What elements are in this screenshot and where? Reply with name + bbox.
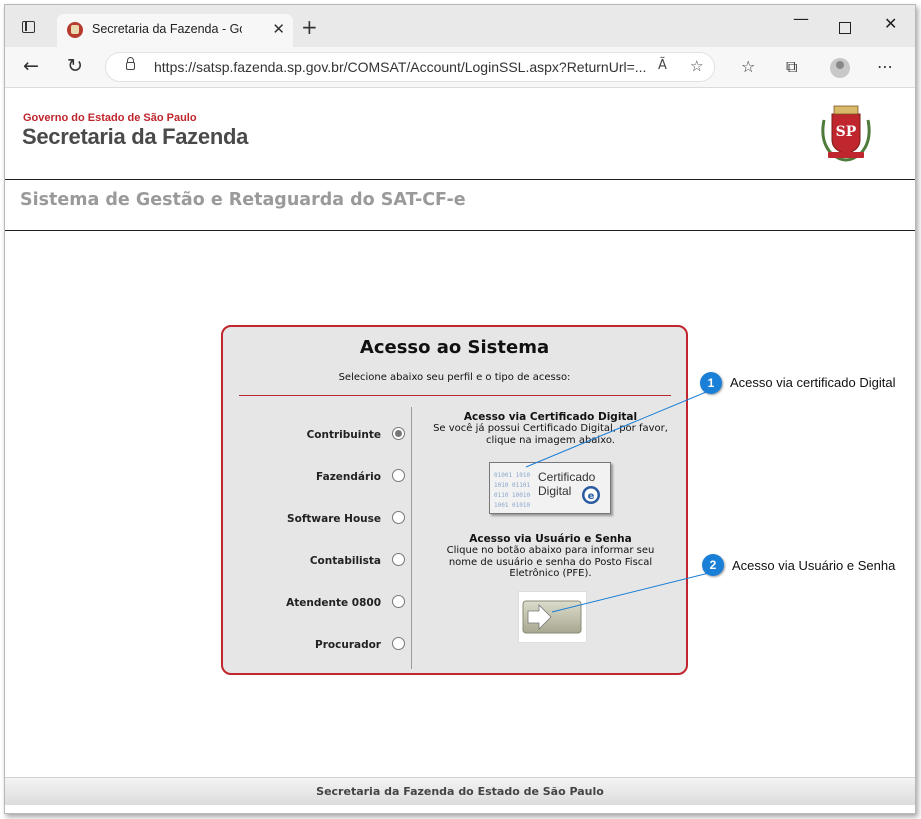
footer-text: Secretaria da Fazenda do Estado de São P… xyxy=(316,785,604,798)
svg-text:01001 1010: 01001 1010 xyxy=(494,472,531,479)
user-access-title: Acesso via Usuário e Senha xyxy=(469,533,632,545)
radio-fazendario[interactable] xyxy=(392,469,405,482)
sp-crest-logo: SP xyxy=(821,105,871,162)
user-login-button[interactable] xyxy=(518,591,587,643)
tab-close-icon[interactable]: ✕ xyxy=(272,19,285,39)
svg-text:1010 01101: 1010 01101 xyxy=(494,482,531,489)
secretaria-title: Secretaria da Fazenda xyxy=(22,124,249,149)
cert-access-desc: Se você já possui Certificado Digital, p… xyxy=(433,423,668,446)
profile-label: Fazendário xyxy=(316,471,381,483)
tab-actions-icon[interactable] xyxy=(22,21,35,33)
profile-avatar[interactable] xyxy=(830,58,850,78)
profile-contribuinte[interactable]: Contribuinte xyxy=(243,427,413,443)
callout-2-badge: 2 xyxy=(702,554,724,576)
profile-label: Procurador xyxy=(315,639,381,651)
refresh-icon[interactable]: ↻ xyxy=(67,55,83,77)
access-panel: Acesso ao Sistema Selecione abaixo seu p… xyxy=(221,325,688,675)
panel-divider xyxy=(239,395,671,396)
url-text[interactable]: https://satsp.fazenda.sp.gov.br/COMSAT/A… xyxy=(154,59,646,75)
svg-text:1001 01010: 1001 01010 xyxy=(494,502,531,509)
read-aloud-icon[interactable]: Ã xyxy=(658,58,667,73)
more-menu-icon[interactable]: ⋯ xyxy=(877,57,893,76)
user-access-section: Acesso via Usuário e Senha Clique no bot… xyxy=(413,533,688,580)
radio-software-house[interactable] xyxy=(392,511,405,524)
radio-atendente-0800[interactable] xyxy=(392,595,405,608)
profile-label: Software House xyxy=(287,513,381,525)
cert-access-section: Acesso via Certificado Digital Se você j… xyxy=(413,411,688,446)
column-divider xyxy=(411,407,412,669)
radio-procurador[interactable] xyxy=(392,637,405,650)
user-access-desc: Clique no botão abaixo para informar seu… xyxy=(446,545,655,579)
favorites-icon[interactable]: ☆ xyxy=(741,57,755,76)
tab-active[interactable]: Secretaria da Fazenda - Governo do Estad… xyxy=(57,14,293,47)
profile-label: Contabilista xyxy=(309,555,381,567)
collections-icon[interactable]: ⧉ xyxy=(786,57,797,77)
tab-title: Secretaria da Fazenda - Governo do Estad… xyxy=(92,22,242,36)
address-bar[interactable]: https://satsp.fazenda.sp.gov.br/COMSAT/A… xyxy=(105,52,715,82)
system-title: Sistema de Gestão e Retaguarda do SAT-CF… xyxy=(20,190,466,210)
radio-contabilista[interactable] xyxy=(392,553,405,566)
profile-atendente-0800[interactable]: Atendente 0800 xyxy=(243,595,413,611)
browser-window: Secretaria da Fazenda - Governo do Estad… xyxy=(4,4,916,814)
profile-label: Atendente 0800 xyxy=(286,597,381,609)
government-line: Governo do Estado de São Paulo xyxy=(23,112,197,124)
profile-fazendario[interactable]: Fazendário xyxy=(243,469,413,485)
radio-contribuinte[interactable] xyxy=(392,427,405,440)
maximize-icon[interactable] xyxy=(839,22,851,34)
lock-icon[interactable] xyxy=(126,57,135,70)
minimize-icon[interactable]: — xyxy=(793,9,809,28)
new-tab-button[interactable]: + xyxy=(301,15,318,39)
crest-text: SP xyxy=(836,124,857,140)
profile-procurador[interactable]: Procurador xyxy=(243,637,413,653)
sp-crest-favicon-icon xyxy=(67,22,83,38)
add-favorite-icon[interactable]: ☆ xyxy=(690,57,703,75)
cert-access-title: Acesso via Certificado Digital xyxy=(463,411,638,423)
profile-contabilista[interactable]: Contabilista xyxy=(243,553,413,569)
callout-2-text: Acesso via Usuário e Senha xyxy=(732,558,896,573)
back-arrow-icon[interactable]: ← xyxy=(23,55,39,77)
window-close-icon[interactable]: ✕ xyxy=(884,14,897,33)
cert-e-badge-icon: e xyxy=(588,491,595,502)
profile-software-house[interactable]: Software House xyxy=(243,511,413,527)
certificado-digital-button[interactable]: 01001 1010 1010 01101 0110 10010 1001 01… xyxy=(489,462,611,514)
header-divider-top xyxy=(5,179,915,180)
tab-bar: Secretaria da Fazenda - Governo do Estad… xyxy=(5,5,915,47)
cert-button-word2: Digital xyxy=(538,484,571,498)
panel-subtitle: Selecione abaixo seu perfil e o tipo de … xyxy=(338,372,571,383)
callout-1-text: Acesso via certificado Digital xyxy=(730,375,896,390)
cert-button-word1: Certificado xyxy=(538,470,596,484)
address-toolbar: ← ↻ https://satsp.fazenda.sp.gov.br/COMS… xyxy=(5,47,915,88)
profile-label: Contribuinte xyxy=(306,429,381,441)
panel-title: Acesso ao Sistema xyxy=(359,337,550,358)
svg-text:0110 10010: 0110 10010 xyxy=(494,492,531,499)
page-footer: Secretaria da Fazenda do Estado de São P… xyxy=(5,777,915,805)
header-divider-bottom xyxy=(5,230,915,231)
web-page: Governo do Estado de São Paulo Secretari… xyxy=(5,88,915,813)
callout-1-badge: 1 xyxy=(700,372,722,394)
